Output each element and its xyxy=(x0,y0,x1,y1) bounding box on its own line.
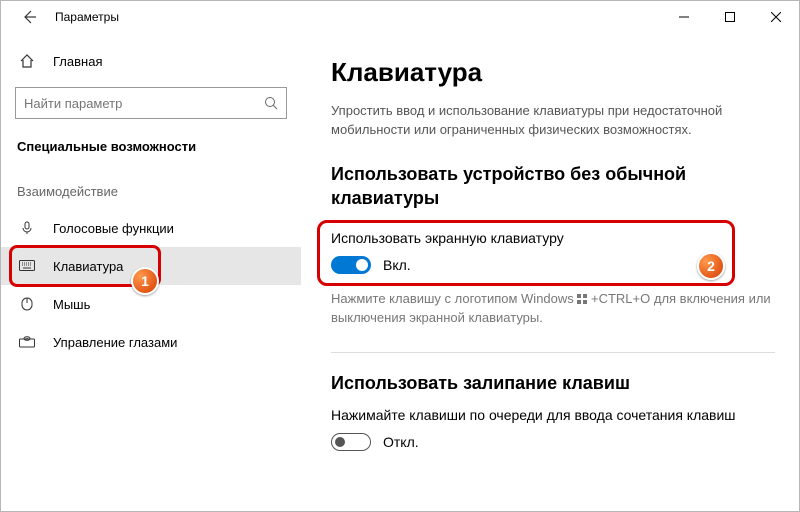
section-heading-sticky-keys: Использовать залипание клавиш xyxy=(331,371,775,395)
mouse-icon xyxy=(17,297,37,311)
sidebar: Главная Специальные возможности Взаимоде… xyxy=(1,33,301,511)
setting-onscreen-keyboard: Использовать экранную клавиатуру Вкл. 2 xyxy=(321,222,775,284)
help-text-onscreen-keyboard: Нажмите клавишу с логотипом Windows +CTR… xyxy=(331,290,775,328)
close-button[interactable] xyxy=(753,1,799,33)
toggle-sticky-keys[interactable] xyxy=(331,433,371,451)
eye-control-icon xyxy=(17,336,37,348)
close-icon xyxy=(771,12,781,22)
main-content: Клавиатура Упростить ввод и использовани… xyxy=(301,33,799,511)
home-icon xyxy=(17,53,37,69)
sidebar-item-keyboard[interactable]: Клавиатура 1 xyxy=(1,247,301,285)
annotation-badge-2: 2 xyxy=(697,252,725,280)
sidebar-section-header: Специальные возможности xyxy=(1,135,301,168)
sidebar-item-label: Клавиатура xyxy=(53,259,123,274)
section-heading-onscreen-keyboard: Использовать устройство без обычной клав… xyxy=(331,162,775,211)
minimize-icon xyxy=(679,12,689,22)
page-description: Упростить ввод и использование клавиатур… xyxy=(331,102,775,140)
sidebar-item-eye-control[interactable]: Управление глазами xyxy=(1,323,301,361)
windows-logo-icon xyxy=(577,294,587,304)
toggle-onscreen-keyboard[interactable] xyxy=(331,256,371,274)
sidebar-group-label: Взаимодействие xyxy=(1,168,301,209)
maximize-icon xyxy=(725,12,735,22)
sidebar-item-mouse[interactable]: Мышь xyxy=(1,285,301,323)
search-input[interactable] xyxy=(24,96,264,111)
page-title: Клавиатура xyxy=(331,57,775,88)
sidebar-item-voice[interactable]: Голосовые функции xyxy=(1,209,301,247)
search-box[interactable] xyxy=(15,87,287,119)
maximize-button[interactable] xyxy=(707,1,753,33)
arrow-left-icon xyxy=(21,9,37,25)
keyboard-icon xyxy=(17,260,37,272)
home-label: Главная xyxy=(53,54,102,69)
sidebar-item-label: Голосовые функции xyxy=(53,221,174,236)
sidebar-item-label: Управление глазами xyxy=(53,335,177,350)
window-title: Параметры xyxy=(55,10,661,24)
back-button[interactable] xyxy=(15,3,43,31)
search-icon xyxy=(264,96,278,110)
toggle-state-label: Вкл. xyxy=(383,257,411,273)
minimize-button[interactable] xyxy=(661,1,707,33)
setting-label-sticky-keys: Нажимайте клавиши по очереди для ввода с… xyxy=(331,407,775,423)
toggle-state-label: Откл. xyxy=(383,434,419,450)
microphone-icon xyxy=(17,221,37,235)
home-nav[interactable]: Главная xyxy=(1,43,301,79)
setting-label: Использовать экранную клавиатуру xyxy=(331,230,765,246)
divider xyxy=(331,352,775,353)
sidebar-item-label: Мышь xyxy=(53,297,90,312)
